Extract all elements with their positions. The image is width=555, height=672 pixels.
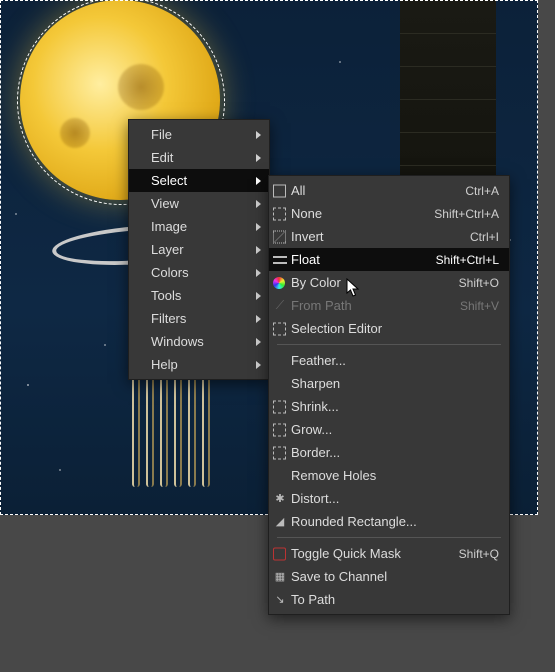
menu-separator bbox=[277, 344, 501, 345]
menu-item-tools[interactable]: Tools bbox=[129, 284, 269, 307]
menu-label: Image bbox=[151, 219, 259, 234]
menu-accel: Shift+V bbox=[460, 299, 499, 313]
menu-item-edit[interactable]: Edit bbox=[129, 146, 269, 169]
menu-label: Sharpen bbox=[291, 376, 499, 391]
menu-accel: Shift+Q bbox=[459, 547, 499, 561]
distort-icon: ✱ bbox=[273, 492, 287, 506]
submenu-item-shrink[interactable]: Shrink... bbox=[269, 395, 509, 418]
menu-label: Feather... bbox=[291, 353, 499, 368]
menu-label: View bbox=[151, 196, 259, 211]
menu-label: None bbox=[291, 206, 434, 221]
submenu-item-grow[interactable]: Grow... bbox=[269, 418, 509, 441]
menu-label: Grow... bbox=[291, 422, 499, 437]
menu-label: Invert bbox=[291, 229, 470, 244]
select-submenu: All Ctrl+A None Shift+Ctrl+A Invert Ctrl… bbox=[268, 175, 510, 615]
menu-label: Distort... bbox=[291, 491, 499, 506]
menu-label: To Path bbox=[291, 592, 499, 607]
save-to-channel-icon: ▦ bbox=[273, 570, 287, 584]
menu-accel: Ctrl+A bbox=[465, 184, 499, 198]
submenu-item-rounded-rectangle[interactable]: ◢ Rounded Rectangle... bbox=[269, 510, 509, 533]
menu-label: Remove Holes bbox=[291, 468, 499, 483]
menu-label: Toggle Quick Mask bbox=[291, 546, 459, 561]
submenu-item-none[interactable]: None Shift+Ctrl+A bbox=[269, 202, 509, 225]
submenu-item-border[interactable]: Border... bbox=[269, 441, 509, 464]
submenu-arrow-icon bbox=[256, 246, 261, 254]
menu-item-layer[interactable]: Layer bbox=[129, 238, 269, 261]
submenu-item-to-path[interactable]: ↘ To Path bbox=[269, 588, 509, 611]
grow-icon bbox=[273, 423, 286, 436]
rounded-rectangle-icon: ◢ bbox=[273, 515, 287, 529]
menu-label: Help bbox=[151, 357, 259, 372]
menu-label: Select bbox=[151, 173, 259, 188]
menu-accel: Shift+O bbox=[459, 276, 499, 290]
submenu-arrow-icon bbox=[256, 154, 261, 162]
submenu-item-from-path: ⟋ From Path Shift+V bbox=[269, 294, 509, 317]
submenu-item-toggle-quick-mask[interactable]: Toggle Quick Mask Shift+Q bbox=[269, 542, 509, 565]
menu-label: Filters bbox=[151, 311, 259, 326]
menu-separator bbox=[277, 537, 501, 538]
menu-item-file[interactable]: File bbox=[129, 123, 269, 146]
submenu-item-feather[interactable]: Feather... bbox=[269, 349, 509, 372]
menu-label: Shrink... bbox=[291, 399, 499, 414]
menu-label: Windows bbox=[151, 334, 259, 349]
menu-item-colors[interactable]: Colors bbox=[129, 261, 269, 284]
menu-label: Colors bbox=[151, 265, 259, 280]
brick-pillar bbox=[400, 0, 496, 200]
menu-item-view[interactable]: View bbox=[129, 192, 269, 215]
submenu-arrow-icon bbox=[256, 269, 261, 277]
submenu-arrow-icon bbox=[256, 361, 261, 369]
menu-label: Layer bbox=[151, 242, 259, 257]
menu-label: Save to Channel bbox=[291, 569, 499, 584]
menu-item-filters[interactable]: Filters bbox=[129, 307, 269, 330]
submenu-item-save-to-channel[interactable]: ▦ Save to Channel bbox=[269, 565, 509, 588]
menu-accel: Shift+Ctrl+A bbox=[434, 207, 499, 221]
selection-editor-icon bbox=[273, 322, 286, 335]
submenu-item-selection-editor[interactable]: Selection Editor bbox=[269, 317, 509, 340]
submenu-arrow-icon bbox=[256, 338, 261, 346]
menu-label: Edit bbox=[151, 150, 259, 165]
menu-label: File bbox=[151, 127, 259, 142]
invert-icon bbox=[273, 230, 286, 243]
from-path-icon: ⟋ bbox=[273, 299, 287, 313]
submenu-arrow-icon bbox=[256, 315, 261, 323]
menu-label: Border... bbox=[291, 445, 499, 460]
submenu-item-invert[interactable]: Invert Ctrl+I bbox=[269, 225, 509, 248]
main-menu: File Edit Select View Image Layer Colors… bbox=[128, 119, 270, 380]
menu-item-image[interactable]: Image bbox=[129, 215, 269, 238]
submenu-arrow-icon bbox=[256, 223, 261, 231]
menu-item-windows[interactable]: Windows bbox=[129, 330, 269, 353]
by-color-icon bbox=[273, 277, 285, 289]
menu-label: Selection Editor bbox=[291, 321, 499, 336]
menu-label: Float bbox=[291, 252, 436, 267]
submenu-item-by-color[interactable]: By Color Shift+O bbox=[269, 271, 509, 294]
menu-label: By Color bbox=[291, 275, 459, 290]
menu-label: Tools bbox=[151, 288, 259, 303]
submenu-arrow-icon bbox=[256, 200, 261, 208]
submenu-arrow-icon bbox=[256, 292, 261, 300]
submenu-arrow-icon bbox=[256, 177, 261, 185]
submenu-item-sharpen[interactable]: Sharpen bbox=[269, 372, 509, 395]
submenu-arrow-icon bbox=[256, 131, 261, 139]
menu-label: From Path bbox=[291, 298, 460, 313]
select-none-icon bbox=[273, 207, 286, 220]
quick-mask-icon bbox=[273, 547, 286, 560]
menu-item-select[interactable]: Select bbox=[129, 169, 269, 192]
submenu-item-distort[interactable]: ✱ Distort... bbox=[269, 487, 509, 510]
to-path-icon: ↘ bbox=[273, 593, 287, 607]
menu-accel: Ctrl+I bbox=[470, 230, 499, 244]
menu-label: All bbox=[291, 183, 465, 198]
float-icon bbox=[273, 256, 287, 264]
menu-accel: Shift+Ctrl+L bbox=[436, 253, 499, 267]
submenu-item-remove-holes[interactable]: Remove Holes bbox=[269, 464, 509, 487]
shrink-icon bbox=[273, 400, 286, 413]
select-all-icon bbox=[273, 184, 286, 197]
submenu-item-all[interactable]: All Ctrl+A bbox=[269, 179, 509, 202]
menu-label: Rounded Rectangle... bbox=[291, 514, 499, 529]
border-icon bbox=[273, 446, 286, 459]
menu-item-help[interactable]: Help bbox=[129, 353, 269, 376]
submenu-item-float[interactable]: Float Shift+Ctrl+L bbox=[269, 248, 509, 271]
